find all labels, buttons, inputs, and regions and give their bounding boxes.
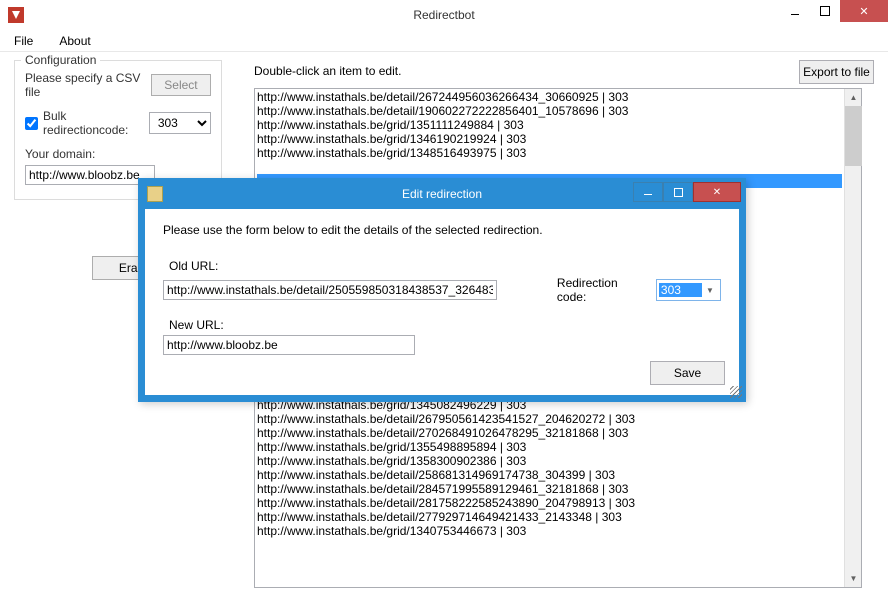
menubar: File About xyxy=(0,30,888,52)
csv-label: Please specify a CSV file xyxy=(25,71,143,99)
scroll-up-arrow[interactable]: ▲ xyxy=(845,89,862,106)
dialog-icon xyxy=(147,186,163,202)
list-item[interactable]: http://www.instathals.be/detail/28175822… xyxy=(257,496,842,510)
list-item[interactable]: http://www.instathals.be/detail/27792971… xyxy=(257,510,842,524)
dialog-maximize-button[interactable] xyxy=(663,182,693,202)
list-item[interactable]: http://www.instathals.be/detail/27026849… xyxy=(257,426,842,440)
domain-label: Your domain: xyxy=(25,147,211,161)
chevron-down-icon: ▼ xyxy=(702,286,718,295)
instruction-label: Double-click an item to edit. xyxy=(254,64,401,78)
dialog-minimize-button[interactable] xyxy=(633,182,663,202)
scrollbar[interactable]: ▲ ▼ xyxy=(844,89,861,587)
bulk-code-combo[interactable]: 303 xyxy=(149,112,211,134)
list-item[interactable]: http://www.instathals.be/grid/1358300902… xyxy=(257,454,842,468)
list-item[interactable]: http://www.instathals.be/detail/19060227… xyxy=(257,104,842,118)
dialog-close-button[interactable] xyxy=(693,182,741,202)
list-item[interactable]: http://www.instathals.be/detail/26795056… xyxy=(257,412,842,426)
menu-about[interactable]: About xyxy=(55,32,94,50)
bulk-checkbox[interactable] xyxy=(25,117,38,130)
resize-grip[interactable] xyxy=(730,386,742,398)
dialog-instruction: Please use the form below to edit the de… xyxy=(163,223,721,237)
scroll-down-arrow[interactable]: ▼ xyxy=(845,570,862,587)
list-item[interactable]: http://www.instathals.be/detail/28457199… xyxy=(257,482,842,496)
new-url-input[interactable] xyxy=(163,335,415,355)
list-item[interactable]: http://www.instathals.be/detail/25868131… xyxy=(257,468,842,482)
minimize-button[interactable] xyxy=(780,0,810,22)
main-window: Redirectbot File About Configuration Ple… xyxy=(0,0,888,599)
new-url-label: New URL: xyxy=(169,318,721,332)
titlebar: Redirectbot xyxy=(0,0,888,30)
old-url-input[interactable] xyxy=(163,280,497,300)
export-button[interactable]: Export to file xyxy=(799,60,874,84)
menu-file[interactable]: File xyxy=(10,32,37,50)
bulk-label: Bulk redirectioncode: xyxy=(43,109,144,137)
list-item[interactable] xyxy=(257,160,842,174)
list-item[interactable]: http://www.instathals.be/grid/1351111249… xyxy=(257,118,842,132)
dialog-titlebar[interactable]: Edit redirection xyxy=(139,179,745,209)
save-button[interactable]: Save xyxy=(650,361,725,385)
list-item[interactable]: http://www.instathals.be/grid/1346190219… xyxy=(257,132,842,146)
dialog-title: Edit redirection xyxy=(402,187,482,201)
old-url-label: Old URL: xyxy=(169,259,721,273)
redirection-code-label: Redirection code: xyxy=(557,276,646,304)
app-icon xyxy=(8,7,24,23)
maximize-button[interactable] xyxy=(810,0,840,22)
domain-input[interactable] xyxy=(25,165,155,185)
edit-redirection-dialog: Edit redirection Please use the form bel… xyxy=(138,178,746,402)
scroll-thumb[interactable] xyxy=(845,106,862,166)
list-item[interactable]: http://www.instathals.be/grid/1348516493… xyxy=(257,146,842,160)
close-button[interactable] xyxy=(840,0,888,22)
window-title: Redirectbot xyxy=(413,8,474,22)
list-item[interactable]: http://www.instathals.be/grid/1355498895… xyxy=(257,440,842,454)
redirection-code-combo[interactable]: 303 ▼ xyxy=(656,279,721,301)
select-button[interactable]: Select xyxy=(151,74,211,96)
list-item[interactable]: http://www.instathals.be/grid/1340753446… xyxy=(257,524,842,538)
config-group-title: Configuration xyxy=(21,53,100,67)
window-controls xyxy=(780,0,888,22)
list-item[interactable]: http://www.instathals.be/detail/26724495… xyxy=(257,90,842,104)
